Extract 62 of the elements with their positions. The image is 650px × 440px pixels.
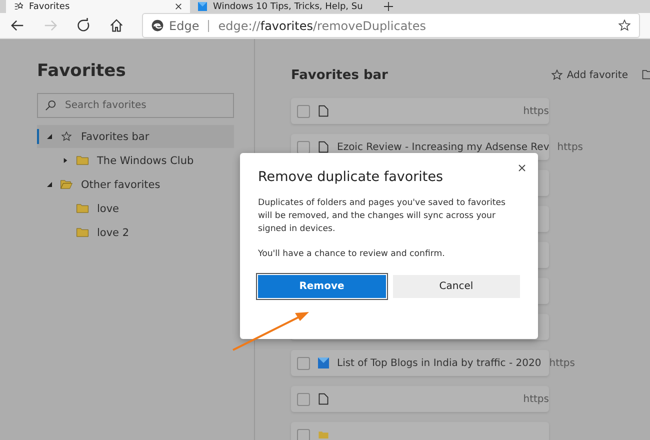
checkbox[interactable] — [297, 104, 310, 118]
primary-button[interactable]: Remove — [258, 274, 386, 298]
folder-icon — [76, 227, 89, 238]
tree-item[interactable]: love — [37, 197, 234, 220]
close-icon[interactable] — [518, 164, 526, 172]
checkbox[interactable] — [297, 356, 310, 370]
site-icon — [318, 357, 329, 369]
site-icon — [198, 2, 207, 11]
add-favorite-button[interactable]: Add favorite — [550, 69, 628, 81]
caret-icon[interactable] — [47, 134, 52, 139]
tree-label: Other favorites — [81, 178, 160, 190]
browser-tab[interactable]: Favorites — [6, 0, 190, 13]
tree-item[interactable]: The Windows Club — [37, 149, 234, 172]
browser-logo-icon — [151, 19, 164, 32]
star-icon — [550, 69, 563, 81]
home-icon[interactable] — [109, 18, 124, 33]
tree-item[interactable]: Other favorites — [37, 173, 234, 196]
page-icon — [318, 105, 329, 117]
tree-label: love 2 — [97, 226, 130, 238]
tab-title: Windows 10 Tips, Tricks, Help, Su — [213, 2, 363, 12]
search-icon — [45, 100, 56, 111]
favorite-url: https — [557, 142, 584, 152]
back-icon[interactable] — [10, 18, 25, 33]
page-icon — [318, 393, 329, 405]
tree-item[interactable]: Favorites bar — [37, 125, 234, 148]
caret-icon[interactable] — [47, 182, 52, 187]
folder-icon — [76, 155, 89, 166]
folder-icon — [60, 179, 73, 190]
address-bar[interactable]: Edge edge://favorites/removeDuplicates — [142, 13, 640, 38]
section-title: Favorites bar — [291, 68, 389, 82]
favorite-title: Ezoic Review - Increasing my Adsense Rev — [337, 142, 550, 152]
favorite-url: https — [549, 358, 575, 368]
tree-item[interactable]: love 2 — [37, 221, 234, 244]
page-icon — [318, 141, 329, 153]
favorite-title: List of Top Blogs in India by traffic - 2020 — [337, 358, 542, 368]
secondary-button[interactable]: Cancel — [392, 274, 520, 298]
favorites-icon — [14, 2, 23, 11]
site-label: Edge — [169, 18, 200, 32]
tab-title: Favorites — [29, 2, 71, 12]
dialog-note: You'll have a chance to review and confirm. — [258, 248, 446, 261]
refresh-icon[interactable] — [76, 18, 91, 33]
checkbox[interactable] — [297, 392, 310, 406]
caret-icon[interactable] — [63, 158, 68, 163]
star-icon[interactable] — [618, 19, 631, 32]
tree-label: Favorites bar — [81, 130, 150, 142]
close-icon[interactable] — [175, 3, 182, 10]
folder-icon — [76, 203, 89, 214]
favorite-row[interactable]: https — [291, 386, 549, 412]
favorite-url: https — [523, 394, 549, 404]
sidebar-title: Favorites — [37, 61, 127, 81]
search-field[interactable]: Search favorites — [37, 93, 234, 118]
star-icon — [60, 131, 73, 142]
tree-label: The Windows Club — [97, 154, 194, 166]
new-tab-icon[interactable] — [384, 2, 393, 11]
folder-icon — [318, 429, 329, 440]
dialog-text: Duplicates of folders and pages you've saved to favorites will be removed, and the changes will sync across your signed in devices. — [258, 197, 507, 236]
url-text: edge://favorites/removeDuplicates — [218, 18, 428, 32]
tree-label: love — [97, 202, 120, 214]
favorite-row[interactable]: https — [291, 98, 549, 124]
dialog-title: Remove duplicate favorites — [258, 169, 444, 185]
checkbox[interactable] — [297, 428, 310, 440]
favorite-url: https — [523, 106, 549, 116]
